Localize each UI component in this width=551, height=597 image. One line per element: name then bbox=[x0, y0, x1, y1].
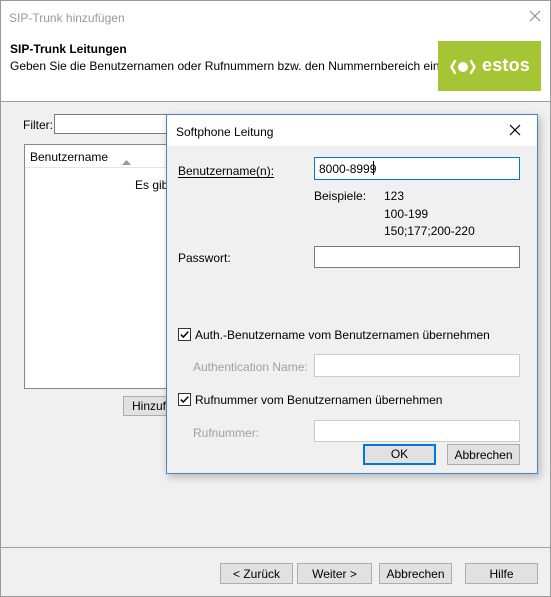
auth-name-input[interactable] bbox=[314, 354, 520, 377]
sort-ascending-icon bbox=[122, 154, 131, 168]
phone-number-label: Rufnummer: bbox=[193, 426, 260, 440]
username-list[interactable]: Benutzername Es gibt bbox=[24, 144, 173, 389]
username-label: Benutzername(n): bbox=[178, 164, 274, 178]
help-button[interactable]: Hilfe bbox=[465, 563, 538, 584]
next-button[interactable]: Weiter > bbox=[297, 563, 372, 584]
username-input[interactable]: 8000-8999 bbox=[314, 157, 520, 180]
page-heading: SIP-Trunk Leitungen bbox=[10, 42, 127, 56]
softphone-line-dialog: Softphone Leitung Benutzername(n): 8000-… bbox=[166, 114, 538, 474]
password-label: Passwort: bbox=[178, 251, 231, 265]
example-value: 150;177;200-220 bbox=[384, 224, 475, 238]
dialog-cancel-button[interactable]: Abbrechen bbox=[447, 444, 520, 465]
ok-button[interactable]: OK bbox=[363, 444, 436, 465]
estos-logo-icon bbox=[450, 54, 476, 80]
wizard-cancel-button[interactable]: Abbrechen bbox=[379, 563, 452, 584]
wizard-titlebar: SIP-Trunk hinzufügen bbox=[1, 1, 550, 33]
close-icon[interactable] bbox=[527, 8, 543, 24]
wizard-header: SIP-Trunk Leitungen Geben Sie die Benutz… bbox=[1, 33, 550, 102]
phone-checkbox[interactable] bbox=[178, 393, 191, 406]
logo-text: estos bbox=[482, 55, 531, 75]
phone-checkbox-label[interactable]: Rufnummer vom Benutzernamen übernehmen bbox=[195, 393, 442, 407]
filter-label: Filter: bbox=[23, 118, 53, 132]
dialog-title: Softphone Leitung bbox=[176, 125, 274, 139]
auth-name-label: Authentication Name: bbox=[193, 360, 308, 374]
example-value: 100-199 bbox=[384, 207, 429, 221]
column-username[interactable]: Benutzername bbox=[30, 150, 108, 164]
checkmark-icon bbox=[180, 331, 189, 339]
page-description: Geben Sie die Benutzernamen oder Rufnumm… bbox=[10, 59, 443, 73]
phone-number-input[interactable] bbox=[314, 420, 520, 442]
password-input[interactable] bbox=[314, 246, 520, 268]
text-caret bbox=[373, 161, 374, 175]
auth-checkbox-label[interactable]: Auth.-Benutzername vom Benutzernamen übe… bbox=[195, 328, 490, 342]
dialog-titlebar: Softphone Leitung bbox=[167, 115, 537, 146]
example-value: 123 bbox=[384, 189, 405, 203]
add-button[interactable]: Hinzufügen... bbox=[123, 396, 171, 416]
add-button-container: Hinzufügen... bbox=[123, 396, 171, 416]
back-button[interactable]: < Zurück bbox=[220, 563, 293, 584]
checkmark-icon bbox=[180, 396, 189, 404]
username-label-text: Benutzername(n): bbox=[178, 164, 275, 178]
examples-label: Beispiele: bbox=[314, 189, 367, 203]
auth-checkbox[interactable] bbox=[178, 328, 191, 341]
username-value: 8000-8999 bbox=[319, 162, 377, 176]
close-icon[interactable] bbox=[508, 123, 522, 137]
wizard-title: SIP-Trunk hinzufügen bbox=[9, 11, 125, 25]
list-column-header[interactable]: Benutzername bbox=[25, 145, 172, 168]
footer-divider bbox=[1, 547, 550, 548]
estos-logo: estos bbox=[438, 41, 541, 91]
